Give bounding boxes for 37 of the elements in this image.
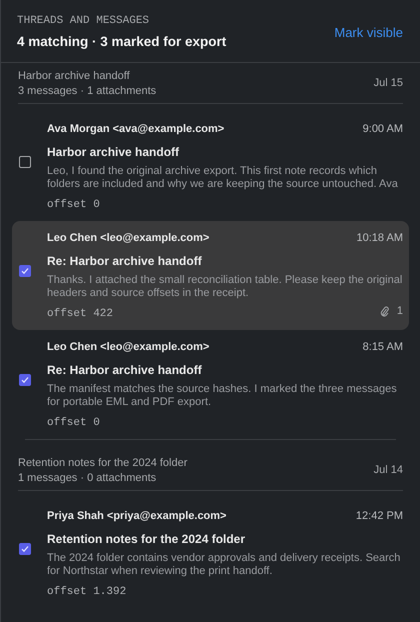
section-heading: THREADS AND MESSAGES <box>17 14 150 29</box>
message-time: 9:00 AM <box>362 122 403 137</box>
offset-label: offset 0 <box>47 416 100 432</box>
thread-date: Jul 14 <box>374 463 403 478</box>
message-time: 10:18 AM <box>356 230 403 246</box>
attachment-count: 1 <box>396 304 403 320</box>
checkbox[interactable] <box>19 264 31 277</box>
checkbox[interactable] <box>19 156 31 168</box>
message-time: 12:42 PM <box>356 508 403 524</box>
message-subject: Retention notes for the 2024 folder <box>47 531 246 548</box>
sender: Leo Chen <leo@example.com> <box>47 230 210 246</box>
thread-date: Jul 15 <box>374 76 403 92</box>
sender: Ava Morgan <ava@example.com> <box>47 122 224 137</box>
thread-subject: Retention notes for the 2024 folder <box>18 456 188 471</box>
checkbox[interactable] <box>19 374 31 386</box>
message-preview: Leo, I found the original archive export. This first note records which folders are included and why we are keeping the source untouched. Ava <box>47 165 399 192</box>
message-time: 8:15 AM <box>362 340 403 355</box>
summary-text: 4 matching · 3 marked for export <box>17 32 226 51</box>
sender: Priya Shah <priya@example.com> <box>47 508 226 524</box>
message-subject: Harbor archive handoff <box>47 144 180 162</box>
message-row[interactable]: Leo Chen <leo@example.com> 10:18 AM Re: Harbor archive handoff Thanks. I attached the small reconciliation table. Please keep the original headers and source offsets in the receipt. offset 422 1 <box>12 220 409 330</box>
mark-visible-link[interactable]: Mark visible <box>334 22 403 42</box>
message-preview: The manifest matches the source hashes. I marked the three messages for portable EML and PDF export. <box>47 383 398 410</box>
paperclip-icon <box>380 306 389 317</box>
message-preview: The 2024 folder contains vendor approvals and delivery receipts. Search for Northstar when reviewing the print handoff. <box>47 552 402 578</box>
thread-subject: Harbor archive handoff <box>18 68 131 84</box>
checkbox[interactable] <box>19 542 31 555</box>
offset-label: offset 1.392 <box>47 585 126 600</box>
message-row[interactable]: Leo Chen <leo@example.com> 8:15 AM Re: Harbor archive handoff The manifest matches the source hashes. I marked the three messages for portable EML and PDF export. offset 0 <box>12 330 409 439</box>
message-preview: Thanks. I attached the small reconciliation table. Please keep the original headers and source offsets in the receipt. <box>47 274 403 300</box>
offset-label: offset 422 <box>47 307 114 322</box>
offset-label: offset 0 <box>47 198 100 214</box>
sender: Leo Chen <leo@example.com> <box>47 340 210 355</box>
message-subject: Re: Harbor archive handoff <box>47 362 203 380</box>
thread-meta: 1 messages · 0 attachments <box>18 470 158 486</box>
thread-meta: 3 messages · 1 attachments <box>18 84 156 99</box>
message-subject: Re: Harbor archive handoff <box>47 253 203 270</box>
